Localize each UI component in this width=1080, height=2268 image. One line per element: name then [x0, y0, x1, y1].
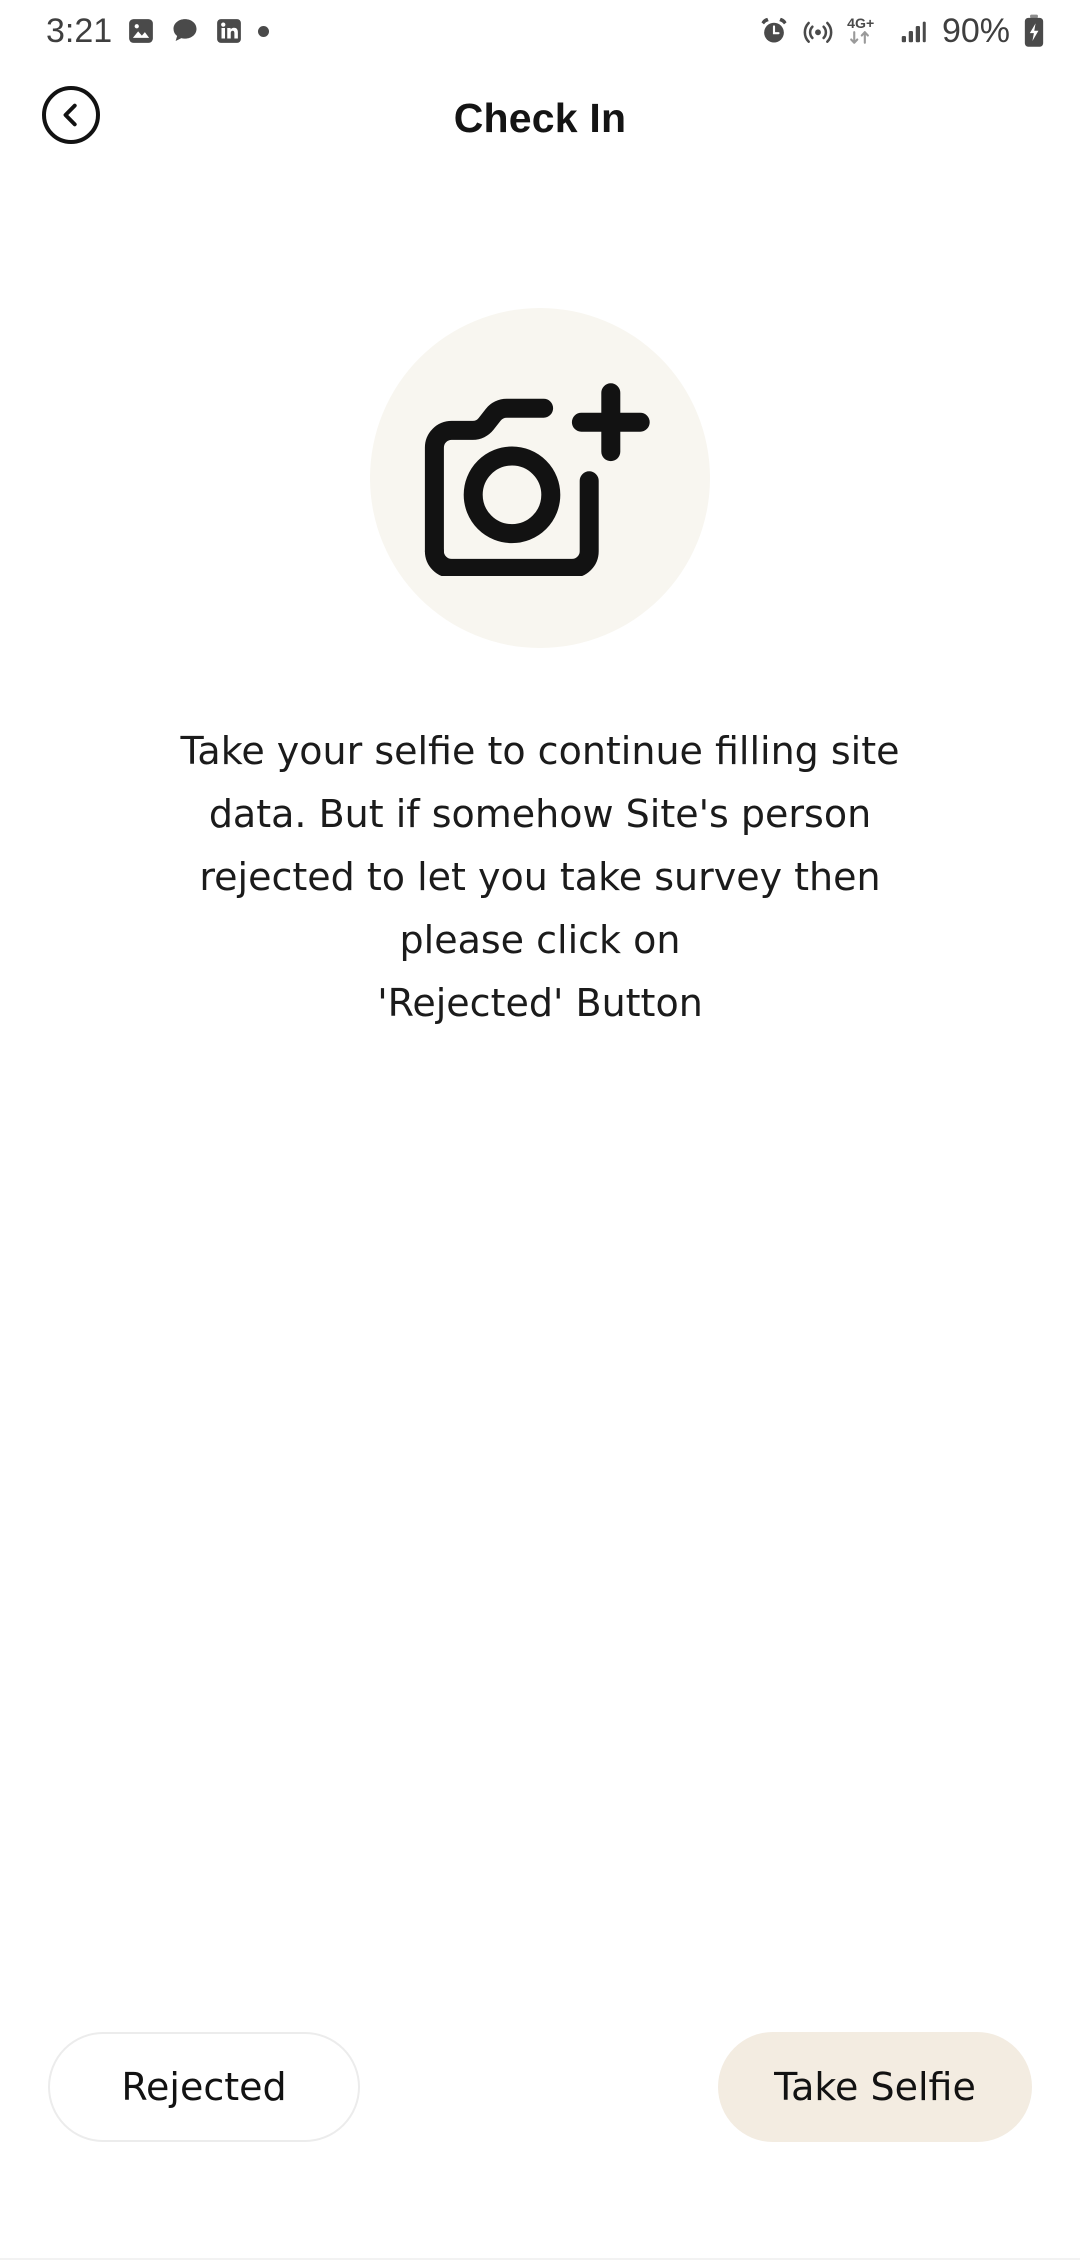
take-selfie-button-label: Take Selfie	[774, 2065, 976, 2109]
check-in-screen: 3:21 4G+ 90% Check In Take your selfie t…	[0, 0, 1080, 2268]
chevron-left-icon	[63, 103, 77, 127]
network-4gplus-icon: 4G+	[847, 15, 874, 44]
linkedin-icon	[217, 19, 242, 43]
dot-icon	[258, 25, 270, 37]
status-bar-right: 4G+ 90%	[758, 12, 1046, 51]
instruction-line: please click on	[399, 918, 681, 962]
hotspot-icon	[803, 21, 833, 43]
alarm-icon	[761, 17, 787, 43]
battery-percent-label: 90%	[941, 11, 1010, 50]
back-button[interactable]	[42, 86, 100, 144]
instruction-line: rejected to let you take survey then	[199, 855, 881, 899]
battery-charging-icon	[1024, 14, 1044, 47]
action-bar: Rejected Take Selfie	[0, 2032, 1080, 2142]
instruction-line: 'Rejected' Button	[377, 981, 703, 1025]
rejected-button[interactable]: Rejected	[48, 2032, 360, 2142]
signal-bars-icon	[901, 21, 926, 43]
instruction-text: Take your selfie to continue filling sit…	[0, 720, 1080, 1035]
take-selfie-button[interactable]: Take Selfie	[718, 2032, 1032, 2142]
status-clock: 3:21	[46, 11, 113, 50]
status-bar: 3:21 4G+ 90%	[0, 0, 1080, 62]
svg-text:4G+: 4G+	[847, 15, 874, 31]
instruction-line: Take your selfie to continue filling sit…	[180, 729, 900, 773]
photos-icon	[129, 19, 154, 43]
rejected-button-label: Rejected	[121, 2065, 287, 2109]
instruction-line: data. But if somehow Site's person	[208, 792, 872, 836]
status-bar-left: 3:21	[46, 11, 270, 51]
selfie-placeholder-avatar[interactable]	[370, 308, 710, 648]
navigation-bar-divider	[0, 2258, 1080, 2268]
camera-add-icon	[424, 383, 650, 576]
app-header: Check In	[0, 62, 1080, 174]
main-content: Take your selfie to continue filling sit…	[0, 174, 1080, 2268]
chat-bubble-icon	[173, 19, 197, 41]
page-title: Check In	[453, 94, 627, 141]
